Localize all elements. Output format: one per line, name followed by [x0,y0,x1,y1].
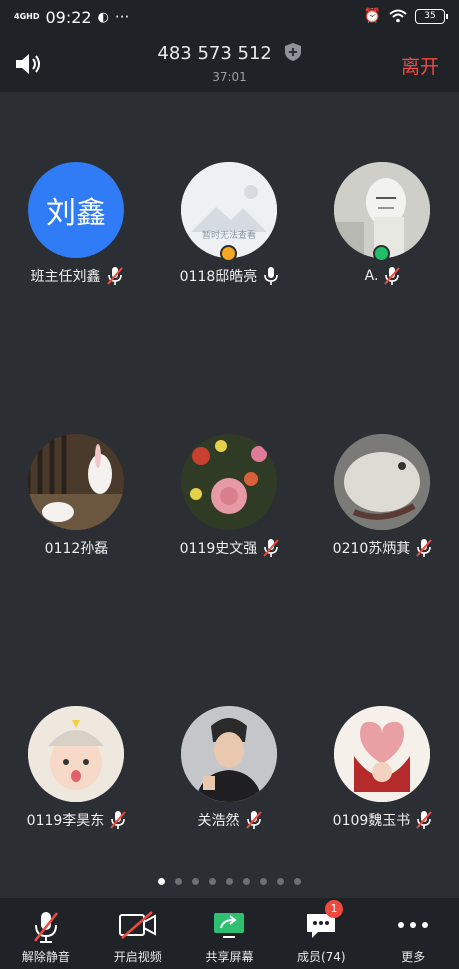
network-indicator: 4GHD [14,12,40,21]
video-off-icon [118,911,156,939]
start-video-label: 开启视频 [113,950,162,964]
mic-muted-icon [106,267,123,285]
page-dot[interactable] [175,878,182,885]
avatar-photo [334,162,430,258]
status-time: 09:22 [45,7,92,27]
participant-name: 0118邸皓亮 [179,269,258,285]
mic-on-icon [264,267,279,285]
avatar-photo [334,434,430,530]
more-icon [398,922,429,928]
wifi-icon [389,9,407,23]
avatar-photo [28,434,124,530]
page-dot[interactable] [277,878,284,885]
participant-name: A. [364,268,379,284]
avatar [334,162,430,258]
unmute-button[interactable]: 解除静音 [0,898,92,969]
alarm-icon: ⏰ [363,8,381,24]
mic-muted-icon [263,539,280,557]
avatar-photo [334,706,430,802]
members-button[interactable]: 1 成员(74) [275,898,367,969]
avatar: 暂时无法查看 [181,162,277,258]
meeting-id[interactable]: 483 573 512 [0,42,459,64]
page-dot[interactable] [260,878,267,885]
mic-muted-icon [110,811,127,829]
mic-muted-icon [245,811,262,829]
participant-name: 0112孙磊 [44,541,109,557]
participant-name: 关浩然 [197,813,240,829]
status-bar: 4GHD 09:22 ◐ ··· ⏰ 35 [0,0,459,34]
battery-icon: 35 [415,8,448,24]
participant-name: 班主任刘鑫 [30,269,101,285]
avatar-placeholder-text: 暂时无法查看 [201,231,256,241]
avatar-initials: 刘鑫 [46,196,106,231]
start-video-button[interactable]: 开启视频 [92,898,184,969]
participant-grid: 刘鑫 班主任刘鑫 暂时无法查看 0118邸皓亮 A. 0112孙磊 0119史文… [0,92,459,898]
page-indicator[interactable] [0,878,459,885]
avatar [181,434,277,530]
meeting-toolbar: 解除静音 开启视频 共享屏幕 1 成员(74) 更多 [0,898,459,969]
page-dot[interactable] [209,878,216,885]
more-label: 更多 [401,950,426,964]
meeting-duration: 37:01 [212,70,247,84]
share-screen-icon [214,913,245,938]
page-dot[interactable] [294,878,301,885]
page-dot[interactable] [158,878,165,885]
mic-muted-icon [416,811,433,829]
more-button[interactable]: 更多 [367,898,459,969]
avatar-photo [28,706,124,802]
share-screen-button[interactable]: 共享屏幕 [184,898,276,969]
avatar [28,706,124,802]
avatar [334,706,430,802]
host-badge-icon [220,245,237,262]
page-dot[interactable] [192,878,199,885]
placeholder-image-icon [181,162,277,258]
avatar-photo [181,706,277,802]
page-dot[interactable] [226,878,233,885]
unmute-label: 解除静音 [21,950,70,964]
share-screen-label: 共享屏幕 [205,950,254,964]
mic-muted-icon [33,912,58,943]
shield-icon [284,43,301,61]
mic-muted-icon [416,539,433,557]
participant-name: 0210苏炳萁 [332,541,411,557]
members-count-badge: 1 [324,900,343,918]
avatar [334,434,430,530]
avatar-photo [181,434,277,530]
more-notifications-icon: ··· [114,8,130,26]
members-label: 成员(74) [296,950,346,964]
page-dot[interactable] [243,878,250,885]
cohost-badge-icon [373,245,390,262]
participant-name: 0119史文强 [179,541,258,557]
dnd-icon: ◐ [97,9,109,25]
leave-button[interactable]: 离开 [401,52,439,79]
meeting-header: 483 573 512 37:01 离开 [0,34,459,92]
participant-name: 0109魏玉书 [332,813,411,829]
avatar [181,706,277,802]
avatar: 刘鑫 [28,162,124,258]
mic-muted-icon [384,267,401,285]
meeting-id-text: 483 573 512 [157,43,272,64]
participant-name: 0119李昊东 [26,813,105,829]
avatar [28,434,124,530]
